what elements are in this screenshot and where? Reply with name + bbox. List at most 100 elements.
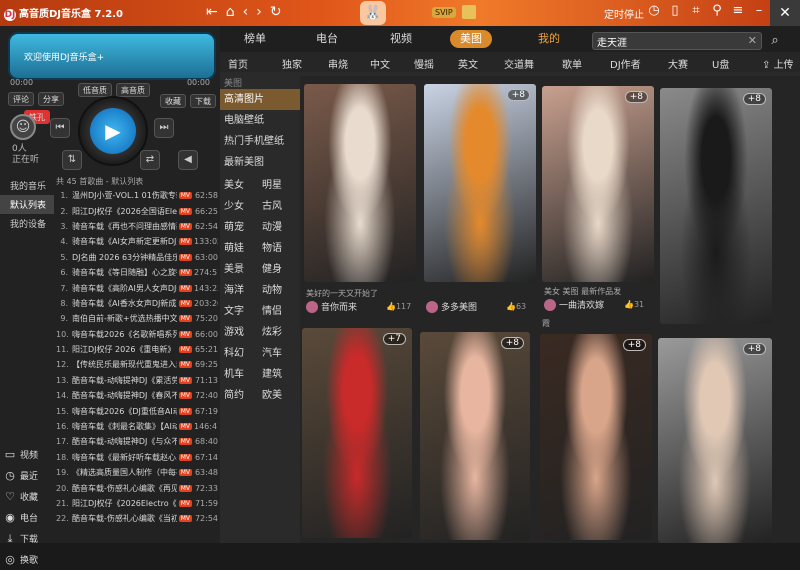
back-icon[interactable]: ‹ xyxy=(243,4,249,20)
tag-item[interactable]: 动漫 xyxy=(262,218,300,233)
avatar[interactable]: ☺ xyxy=(10,114,36,140)
like-button[interactable]: 👍63 xyxy=(506,302,526,311)
song-row[interactable]: 6. 骑音车载《等日随融】心之旋律》MV274:57 xyxy=(56,265,218,280)
subnav-item[interactable]: 串烧 xyxy=(328,56,348,71)
author-link[interactable]: 多多美图 xyxy=(426,300,477,313)
tag-item[interactable]: 机车 xyxy=(224,365,262,380)
subnav-item[interactable]: 歌单 xyxy=(562,56,582,71)
tag-item[interactable]: 简约 xyxy=(224,386,262,401)
mv-icon[interactable]: MV xyxy=(178,376,192,384)
mv-icon[interactable]: MV xyxy=(178,253,192,261)
tag-item[interactable]: 海洋 xyxy=(224,281,262,296)
mv-icon[interactable]: MV xyxy=(178,484,192,492)
mascot-icon[interactable]: 🐰 xyxy=(360,1,386,25)
search-icon[interactable]: ⌕ xyxy=(764,32,786,50)
photo-card[interactable]: +8 xyxy=(420,332,530,540)
download-button[interactable]: 下载 xyxy=(190,94,216,108)
tab-rankings[interactable]: 榜单 xyxy=(244,30,266,48)
tab-radio[interactable]: 电台 xyxy=(316,30,338,48)
song-row[interactable]: 9. 南伯自前-新歌+优选热播中文舞 MV 75:20 xyxy=(56,311,218,326)
tag-item[interactable]: 明星 xyxy=(262,176,300,191)
forward-icon[interactable]: › xyxy=(256,4,262,20)
song-row[interactable]: 13. 酷音车载-动嗨提神DJ《累活劳》 MV 71:13 xyxy=(56,373,218,388)
clock-icon[interactable]: ◷ xyxy=(646,3,662,18)
tag-item[interactable]: 健身 xyxy=(262,260,300,275)
shuffle-icon[interactable]: ⇄ xyxy=(140,150,160,170)
mv-icon[interactable]: MV xyxy=(178,315,192,323)
mv-icon[interactable]: MV xyxy=(178,238,192,246)
song-row[interactable]: 7. 骑音车载《高阶AI男人女声DJ新》MV143:23 xyxy=(56,280,218,295)
photo-card[interactable]: +8 xyxy=(658,338,772,543)
mv-icon[interactable]: MV xyxy=(178,453,192,461)
mini-mode-icon[interactable]: ▯ xyxy=(667,3,683,18)
mv-icon[interactable]: MV xyxy=(178,469,192,477)
tag-item[interactable]: 萌宠 xyxy=(224,218,262,233)
sidenav-item[interactable]: ◷ 最近 xyxy=(0,465,54,486)
photo-card[interactable]: +8 xyxy=(660,88,772,324)
tag-item[interactable]: 少女 xyxy=(224,197,262,212)
volume-icon[interactable]: ◀ xyxy=(178,150,198,170)
song-row[interactable]: 16.嗨音车载《刺最名歌集》【AI动》MV146:41 xyxy=(56,419,218,434)
subnav-item[interactable]: 独家 xyxy=(282,56,302,71)
song-row[interactable]: 12.【传统民乐最新现代重鬼进入舞曲MV69:25 xyxy=(56,357,218,372)
tag-item[interactable]: 游戏 xyxy=(224,323,262,338)
song-row[interactable]: 4. 骑音车载《AI女声新定更新DJ》MV133:02 xyxy=(56,234,218,249)
mv-icon[interactable]: MV xyxy=(178,500,192,507)
mv-icon[interactable]: MV xyxy=(178,438,192,446)
tag-item[interactable]: 古风 xyxy=(262,197,300,212)
song-row[interactable]: 8. 骑音车载《AI香水女声DJ新成》MV203:26 xyxy=(56,296,218,311)
song-row[interactable]: 1. 温州DJ小萱-VOL.1 01伤歌专辑 MV 62:58 xyxy=(56,188,218,203)
skin-icon[interactable]: ⌗ xyxy=(688,3,704,18)
tag-item[interactable]: 动物 xyxy=(262,281,300,296)
favorite-button[interactable]: 收藏 xyxy=(160,94,186,108)
default-list-item[interactable]: 默认列表 xyxy=(0,195,54,214)
my-devices-item[interactable]: 我的设备 xyxy=(0,214,54,233)
song-row[interactable]: 11. 阳江DJ权仔 2026《重电新》 MV 65:21 xyxy=(56,342,218,357)
tag-item[interactable]: 炫彩 xyxy=(262,323,300,338)
tab-mine[interactable]: 我的 xyxy=(538,30,560,48)
sidenav-item[interactable]: ◉ 电台 xyxy=(0,507,54,528)
subnav-item[interactable]: 英文 xyxy=(458,56,478,71)
settings-icon[interactable]: ≡ xyxy=(730,3,746,18)
subnav-item[interactable]: 交道舞 xyxy=(504,56,534,71)
tag-item[interactable]: 情侣 xyxy=(262,302,300,317)
tag-item[interactable]: 建筑 xyxy=(262,365,300,380)
refresh-icon[interactable]: ↻ xyxy=(270,4,282,20)
svip-badge[interactable]: SVIP xyxy=(432,7,456,18)
like-button[interactable]: 👍31 xyxy=(624,300,644,309)
clear-icon[interactable]: ✕ xyxy=(748,34,757,47)
upload-button[interactable]: ⇪ 上传 xyxy=(762,56,794,71)
tag-item[interactable]: 汽车 xyxy=(262,344,300,359)
subnav-item[interactable]: 慢摇 xyxy=(414,56,434,71)
song-row[interactable]: 20. 酷音车载-伤感礼心编歌《再见》 MV 72:33 xyxy=(56,480,218,495)
tag-item[interactable]: 欧美 xyxy=(262,386,300,401)
tag-item[interactable]: 文字 xyxy=(224,302,262,317)
song-row[interactable]: 2. 阳江DJ权仔《2026全国语Electro》MV66:25 xyxy=(56,203,218,218)
subnav-item[interactable]: 中文 xyxy=(370,56,390,71)
category-item[interactable]: 高清图片 xyxy=(220,89,300,110)
subnav-item[interactable]: 大赛 xyxy=(668,56,688,71)
mv-icon[interactable]: MV xyxy=(178,330,192,338)
tag-item[interactable]: 萌娃 xyxy=(224,239,262,254)
photo-card[interactable]: +7 xyxy=(302,328,412,538)
tab-video[interactable]: 视频 xyxy=(390,30,412,48)
song-row[interactable]: 17. 酷音车载-动嗨提神DJ《与众不》 MV 68:40 xyxy=(56,434,218,449)
mv-icon[interactable]: MV xyxy=(178,269,192,277)
comment-button[interactable]: 评论 xyxy=(8,92,34,106)
sidenav-item[interactable]: ⤓ 下载 xyxy=(0,528,54,549)
timer-stop-button[interactable]: 定时停止 xyxy=(604,6,644,21)
low-quality-button[interactable]: 低音质 xyxy=(78,83,112,97)
song-row[interactable]: 15.嗨音车载2026《DJ重低音AI动嗨》MV67:19 xyxy=(56,403,218,418)
mv-icon[interactable]: MV xyxy=(178,299,192,307)
minimize-icon[interactable]: – xyxy=(751,3,767,18)
mv-icon[interactable]: MV xyxy=(178,284,192,292)
category-item[interactable]: 电脑壁纸 xyxy=(220,110,300,131)
shirt-icon[interactable]: ⚲ xyxy=(709,3,725,18)
exit-icon[interactable]: ⇤ xyxy=(206,4,218,20)
author-link[interactable]: 音你而来 xyxy=(306,300,357,313)
photo-card[interactable]: +8 xyxy=(542,86,654,282)
song-row[interactable]: 19.《精选高质量国人制作（中每荟》MV63:48 xyxy=(56,465,218,480)
close-icon[interactable]: ✕ xyxy=(770,0,800,26)
mv-icon[interactable]: MV xyxy=(178,222,192,230)
song-row[interactable]: 5. DJ名曲 2026 63分钟精品佳乐曲 MV 63:00 xyxy=(56,250,218,265)
